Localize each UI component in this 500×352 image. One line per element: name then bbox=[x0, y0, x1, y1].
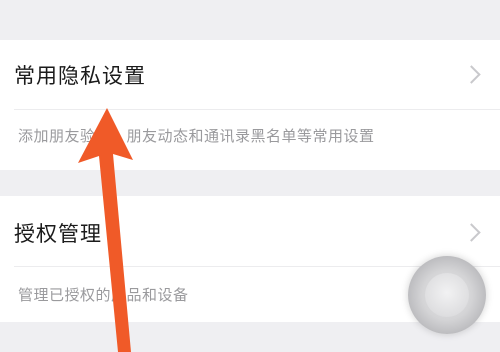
chevron-right-icon bbox=[462, 223, 481, 242]
common-privacy-settings-title: 常用隐私设置 bbox=[14, 64, 146, 88]
common-privacy-settings-description: 添加朋友验证、朋友动态和通讯录黑名单等常用设置 bbox=[18, 127, 375, 145]
floating-assistive-ball-icon[interactable] bbox=[408, 256, 486, 334]
settings-screen: 常用隐私设置 添加朋友验证、朋友动态和通讯录黑名单等常用设置 授权管理 管理已授… bbox=[0, 0, 500, 352]
authorization-management-description: 管理已授权的产品和设备 bbox=[18, 286, 189, 304]
privacy-settings-card: 常用隐私设置 添加朋友验证、朋友动态和通讯录黑名单等常用设置 bbox=[0, 40, 500, 170]
authorization-management-title: 授权管理 bbox=[14, 222, 102, 246]
divider bbox=[14, 109, 500, 110]
chevron-right-icon bbox=[462, 65, 481, 84]
floating-ball-inner bbox=[425, 273, 469, 317]
